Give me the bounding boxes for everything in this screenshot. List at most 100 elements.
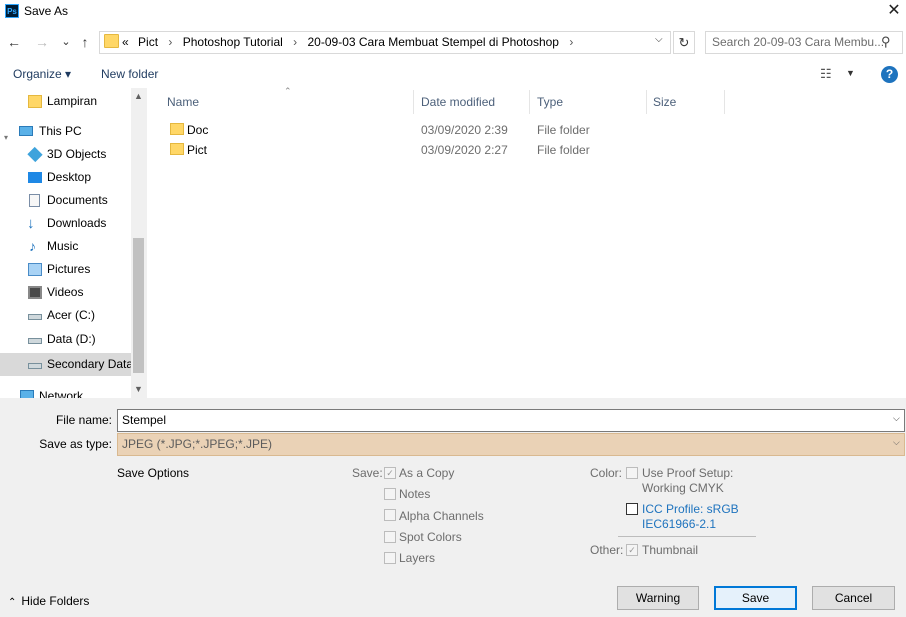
sidebar-item-pictures[interactable]: Pictures bbox=[0, 258, 131, 281]
file-name: Doc bbox=[187, 123, 209, 137]
breadcrumb-item-photoshop-tutorial[interactable]: Photoshop Tutorial bbox=[183, 35, 283, 49]
as-a-copy-label: As a Copy bbox=[399, 466, 455, 480]
column-header-name[interactable]: Name bbox=[167, 95, 199, 109]
scroll-up-icon[interactable]: ▲ bbox=[131, 91, 146, 101]
network-icon bbox=[20, 390, 34, 398]
save-button[interactable]: Save bbox=[714, 586, 797, 610]
chevron-down-icon[interactable]: ⌵ bbox=[893, 437, 900, 448]
working-cmyk-label: Working CMYK bbox=[642, 481, 724, 495]
table-row[interactable]: Doc 03/09/2020 2:39 File folder bbox=[147, 120, 906, 140]
alpha-channels-checkbox[interactable] bbox=[384, 509, 396, 521]
desktop-icon bbox=[28, 172, 42, 183]
sidebar-item-acer-c[interactable]: Acer (C:) bbox=[0, 304, 131, 327]
sidebar-item-desktop[interactable]: Desktop bbox=[0, 166, 131, 189]
file-date: 03/09/2020 2:27 bbox=[421, 143, 508, 157]
other-label: Other: bbox=[590, 543, 624, 557]
pictures-icon bbox=[28, 263, 42, 276]
sidebar-item-label: Pictures bbox=[47, 262, 91, 276]
sidebar-item-data-d[interactable]: Data (D:) bbox=[0, 328, 131, 351]
music-icon: ♪ bbox=[29, 238, 36, 254]
save-options-heading: Save Options bbox=[117, 466, 190, 480]
as-a-copy-checkbox[interactable]: ✓ bbox=[384, 467, 396, 479]
organize-button[interactable]: Organize ▾ bbox=[13, 67, 71, 81]
chevron-right-icon[interactable]: › bbox=[569, 35, 573, 49]
sidebar-item-downloads[interactable]: ↓ Downloads bbox=[0, 212, 131, 235]
refresh-icon[interactable]: ↻ bbox=[673, 31, 695, 54]
breadcrumb-item-pict[interactable]: Pict bbox=[138, 35, 158, 49]
sidebar-item-label: 3D Objects bbox=[47, 147, 107, 161]
chevron-right-icon[interactable]: › bbox=[293, 35, 297, 49]
chevron-right-icon[interactable]: › bbox=[168, 35, 172, 49]
spot-colors-checkbox[interactable] bbox=[384, 531, 396, 543]
notes-checkbox[interactable] bbox=[384, 488, 396, 500]
use-proof-setup-checkbox[interactable] bbox=[626, 467, 638, 479]
new-folder-button[interactable]: New folder bbox=[101, 67, 158, 81]
thumbnail-checkbox[interactable]: ✓ bbox=[626, 544, 638, 556]
file-name-value[interactable]: Stempel bbox=[122, 413, 166, 427]
sidebar-item-secondary-data[interactable]: Secondary Data bbox=[0, 353, 134, 376]
drive-icon bbox=[28, 314, 42, 320]
scrollbar-thumb[interactable] bbox=[133, 238, 144, 373]
table-row[interactable]: Pict 03/09/2020 2:27 File folder bbox=[147, 140, 906, 160]
breadcrumb-item-current-folder[interactable]: 20-09-03 Cara Membuat Stempel di Photosh… bbox=[308, 35, 559, 49]
hide-folders-button[interactable]: ⌃ Hide Folders bbox=[8, 594, 89, 608]
icc-profile-checkbox[interactable] bbox=[626, 503, 638, 515]
3d-objects-icon bbox=[27, 146, 43, 163]
folder-icon bbox=[104, 34, 119, 48]
window-title: Save As bbox=[24, 4, 69, 18]
scroll-down-icon[interactable]: ▼ bbox=[131, 384, 146, 394]
warning-button[interactable]: Warning bbox=[617, 586, 699, 610]
column-header-size[interactable]: Size bbox=[653, 95, 676, 109]
search-icon[interactable]: ⚲ bbox=[881, 34, 891, 50]
column-divider[interactable] bbox=[724, 90, 725, 114]
column-divider[interactable] bbox=[646, 90, 647, 114]
recent-locations-icon[interactable]: ⌄ bbox=[57, 31, 75, 53]
column-header-type[interactable]: Type bbox=[537, 95, 563, 109]
layers-label: Layers bbox=[399, 551, 436, 565]
chevron-down-icon[interactable]: ⌵ bbox=[655, 34, 669, 45]
notes-label: Notes bbox=[399, 487, 431, 501]
chevron-down-icon[interactable]: ▼ bbox=[846, 68, 855, 78]
back-arrow-icon[interactable]: ← bbox=[5, 31, 23, 53]
sidebar-item-label: This PC bbox=[39, 124, 82, 138]
save-as-type-value[interactable]: JPEG (*.JPG;*.JPEG;*.JPE) bbox=[122, 437, 272, 451]
up-arrow-icon[interactable]: ↑ bbox=[76, 31, 94, 53]
videos-icon bbox=[28, 286, 42, 299]
file-name-input[interactable] bbox=[117, 409, 905, 432]
cancel-button[interactable]: Cancel bbox=[812, 586, 895, 610]
column-divider[interactable] bbox=[529, 90, 530, 114]
column-header-date-modified[interactable]: Date modified bbox=[421, 95, 495, 109]
thumbnail-label: Thumbnail bbox=[642, 543, 699, 557]
column-divider[interactable] bbox=[413, 90, 414, 114]
sidebar-item-this-pc[interactable]: ▾ This PC bbox=[0, 120, 131, 143]
sidebar-item-network[interactable]: Network bbox=[0, 385, 131, 398]
sidebar-item-lampiran[interactable]: Lampiran bbox=[0, 90, 131, 113]
folder-icon bbox=[170, 143, 184, 155]
color-label: Color: bbox=[590, 466, 623, 480]
file-type: File folder bbox=[537, 143, 590, 157]
sidebar-item-label: Music bbox=[47, 239, 79, 253]
sidebar-item-3d-objects[interactable]: 3D Objects bbox=[0, 143, 131, 166]
layers-checkbox[interactable] bbox=[384, 552, 396, 564]
sidebar-item-label: Secondary Data bbox=[47, 357, 134, 371]
sidebar-item-videos[interactable]: Videos bbox=[0, 281, 131, 304]
breadcrumb-overflow[interactable]: « bbox=[122, 35, 129, 49]
sidebar-item-documents[interactable]: Documents bbox=[0, 189, 131, 212]
alpha-channels-label: Alpha Channels bbox=[399, 509, 484, 523]
hide-folders-label: Hide Folders bbox=[21, 594, 90, 608]
sidebar-item-label: Lampiran bbox=[47, 94, 98, 108]
folder-icon bbox=[170, 123, 184, 135]
drive-icon bbox=[28, 338, 42, 344]
chevron-up-icon: ⌃ bbox=[8, 597, 17, 608]
file-date: 03/09/2020 2:39 bbox=[421, 123, 508, 137]
help-icon[interactable]: ? bbox=[881, 66, 898, 83]
chevron-down-icon[interactable]: ⌵ bbox=[893, 413, 900, 424]
forward-arrow-icon[interactable]: → bbox=[33, 31, 51, 53]
view-options-icon[interactable]: ☷ bbox=[820, 66, 832, 82]
file-type: File folder bbox=[537, 123, 590, 137]
close-icon[interactable]: ✕ bbox=[884, 1, 904, 21]
pc-icon bbox=[19, 126, 33, 136]
title-bar bbox=[0, 0, 906, 22]
sidebar-item-music[interactable]: ♪ Music bbox=[0, 235, 131, 258]
search-placeholder: Search 20-09-03 Cara Membu... bbox=[712, 35, 885, 49]
